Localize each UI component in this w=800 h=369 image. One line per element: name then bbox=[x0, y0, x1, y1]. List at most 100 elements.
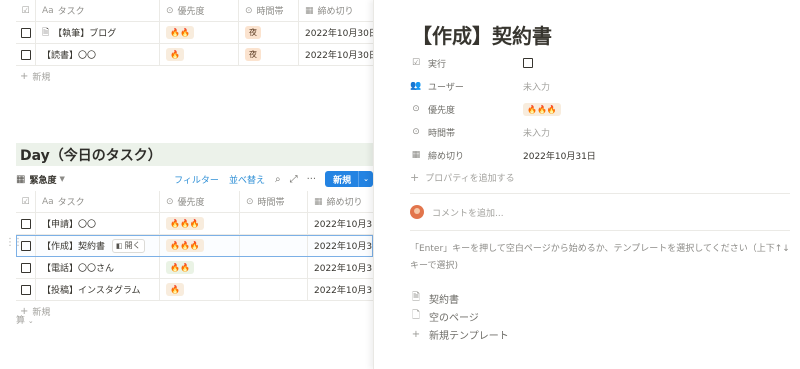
comment-placeholder: コメントを追加... bbox=[432, 208, 504, 219]
day-view-title-text: Day（今日のタスク） bbox=[20, 147, 162, 164]
time-cell[interactable] bbox=[240, 235, 308, 256]
add-property-button[interactable]: + プロパティを追加する bbox=[410, 171, 515, 184]
due-cell[interactable]: 2022年10月30日 bbox=[299, 44, 373, 65]
task-cell[interactable]: 【電話】〇〇さん bbox=[36, 257, 160, 278]
due-cell[interactable]: 2022年10月31日 bbox=[308, 213, 373, 234]
template-empty-page[interactable]: 🗋 空のページ bbox=[410, 308, 479, 325]
time-column-header[interactable]: ⊙ 時間帯 bbox=[240, 191, 308, 212]
open-page-button[interactable]: ◧ 開く bbox=[112, 238, 145, 253]
task-column-label: タスク bbox=[57, 7, 85, 17]
table-row[interactable]: 【申請】〇〇 🔥🔥🔥 2022年10月31日 bbox=[16, 213, 373, 235]
task-cell[interactable]: 🗎 【執筆】ブログ bbox=[36, 22, 160, 43]
time-tag: 夜 bbox=[245, 26, 261, 39]
time-cell[interactable]: 夜 bbox=[239, 22, 299, 43]
due-column-header[interactable]: ▦ 締め切り bbox=[299, 0, 373, 21]
priority-column-header[interactable]: ⊙ 優先度 bbox=[160, 191, 240, 212]
priority-tag: 🔥🔥 bbox=[166, 26, 194, 39]
new-row-button[interactable]: + 新規 bbox=[16, 66, 373, 86]
task-cell[interactable]: 【読書】〇〇 bbox=[36, 44, 160, 65]
divider bbox=[410, 230, 790, 231]
property-execute[interactable]: ☑ 実行 bbox=[410, 54, 790, 72]
chevron-down-icon[interactable]: ⌄ bbox=[358, 171, 373, 187]
checkbox-icon: ☑ bbox=[21, 5, 30, 16]
time-column-label: 時間帯 bbox=[256, 7, 284, 17]
property-time[interactable]: ⊙ 時間帯 未入力 bbox=[410, 123, 790, 141]
time-cell[interactable]: 夜 bbox=[239, 44, 299, 65]
time-cell[interactable] bbox=[240, 213, 308, 234]
checkbox-column-header[interactable]: ☑ bbox=[16, 0, 36, 21]
task-table-day: ☑ Aa タスク ⊙ 優先度 ⊙ 時間帯 ▦ 締め切り 【申請】〇〇 🔥🔥🔥 2022年… bbox=[16, 191, 373, 321]
property-priority[interactable]: ⊙ 優先度 🔥🔥🔥 bbox=[410, 100, 790, 118]
drag-handle-icon[interactable]: ⋮⋮ bbox=[5, 237, 23, 248]
due-cell[interactable]: 2022年10月31日 bbox=[308, 257, 373, 278]
row-checkbox[interactable] bbox=[16, 213, 36, 234]
checkbox[interactable] bbox=[20, 284, 31, 295]
search-icon[interactable]: ⌕ bbox=[275, 174, 281, 185]
calculate-button[interactable]: 算 ⌄ bbox=[16, 313, 34, 326]
property-name: 優先度 bbox=[428, 105, 456, 116]
priority-cell[interactable]: 🔥🔥🔥 bbox=[160, 213, 240, 234]
property-due[interactable]: ▦ 締め切り 2022年10月31日 bbox=[410, 146, 790, 164]
checkbox[interactable] bbox=[20, 218, 31, 229]
property-name: 時間帯 bbox=[428, 128, 456, 139]
template-contract[interactable]: 🗎 契約書 bbox=[410, 290, 459, 307]
comment-input[interactable]: コメントを追加... bbox=[410, 205, 504, 219]
due-cell[interactable]: 2022年10月30日 bbox=[299, 22, 373, 43]
row-checkbox[interactable] bbox=[16, 22, 36, 43]
priority-cell[interactable]: 🔥🔥🔥 bbox=[160, 235, 240, 256]
priority-tag: 🔥 bbox=[166, 283, 184, 296]
task-column-header[interactable]: Aa タスク bbox=[36, 0, 160, 21]
row-checkbox[interactable] bbox=[16, 257, 36, 278]
filter-button[interactable]: フィルター bbox=[174, 173, 219, 186]
due-value: 2022年10月30日 bbox=[305, 29, 373, 39]
checkbox[interactable] bbox=[20, 262, 31, 273]
task-column-header[interactable]: Aa タスク bbox=[36, 191, 160, 212]
priority-cell[interactable]: 🔥🔥 bbox=[160, 257, 240, 278]
table-row[interactable]: 【投稿】インスタグラム 🔥 2022年10月31日 bbox=[16, 279, 373, 301]
table-row[interactable]: 🗎 【執筆】ブログ 🔥🔥 夜 2022年10月30日 bbox=[16, 22, 373, 44]
time-cell[interactable] bbox=[240, 257, 308, 278]
priority-cell[interactable]: 🔥 bbox=[160, 44, 239, 65]
property-user[interactable]: 👥 ユーザー 未入力 bbox=[410, 77, 790, 95]
due-column-header[interactable]: ▦ 締め切り bbox=[308, 191, 373, 212]
priority-tag: 🔥🔥🔥 bbox=[166, 217, 204, 230]
new-row-button[interactable]: + 新規 bbox=[16, 301, 373, 321]
row-checkbox[interactable] bbox=[16, 279, 36, 300]
time-cell[interactable] bbox=[240, 279, 308, 300]
execute-checkbox[interactable] bbox=[523, 58, 533, 68]
checkbox-column-header[interactable]: ☑ bbox=[16, 191, 36, 212]
task-cell[interactable]: 【作成】契約書 ◧ 開く bbox=[36, 235, 160, 256]
checkbox[interactable] bbox=[20, 49, 31, 60]
sort-button[interactable]: 並べ替え bbox=[229, 173, 265, 186]
priority-column-header[interactable]: ⊙ 優先度 bbox=[160, 0, 239, 21]
view-tab-urgency[interactable]: ▦ 緊急度 ▼ bbox=[16, 173, 65, 186]
table-row[interactable]: 【読書】〇〇 🔥 夜 2022年10月30日 bbox=[16, 44, 373, 66]
expand-icon[interactable]: ⤢ bbox=[290, 174, 298, 185]
due-cell[interactable]: 2022年10月31日 bbox=[308, 235, 373, 256]
checkbox[interactable] bbox=[20, 240, 31, 251]
page-title[interactable]: 【作成】契約書 bbox=[412, 20, 552, 49]
table-row-selected[interactable]: 【作成】契約書 ◧開く 🔥🔥🔥 2022年10月31日 bbox=[16, 235, 373, 257]
property-value: 未入力 bbox=[523, 82, 551, 93]
due-cell[interactable]: 2022年10月31日 bbox=[308, 279, 373, 300]
table-row[interactable]: 【電話】〇〇さん 🔥🔥 2022年10月31日 bbox=[16, 257, 373, 279]
checkbox[interactable] bbox=[20, 27, 31, 38]
chevron-down-icon: ▼ bbox=[59, 175, 65, 183]
table-header-row: ☑ Aa タスク ⊙ 優先度 ⊙ 時間帯 ▦ 締め切り bbox=[16, 0, 373, 22]
chevron-down-icon: ⌄ bbox=[27, 317, 34, 325]
new-button[interactable]: 新規 ⌄ bbox=[325, 171, 373, 187]
new-template-button[interactable]: + 新規テンプレート bbox=[410, 327, 509, 342]
task-cell[interactable]: 【投稿】インスタグラム bbox=[36, 279, 160, 300]
new-row-label: 新規 bbox=[32, 72, 51, 83]
priority-cell[interactable]: 🔥🔥 bbox=[160, 22, 239, 43]
database-area: ☑ Aa タスク ⊙ 優先度 ⊙ 時間帯 ▦ 締め切り 🗎 【執筆】ブログ 🔥🔥 夜 20… bbox=[0, 0, 373, 369]
due-value: 2022年10月30日 bbox=[305, 51, 373, 61]
task-cell[interactable]: 【申請】〇〇 bbox=[36, 213, 160, 234]
time-column-header[interactable]: ⊙ 時間帯 bbox=[239, 0, 299, 21]
priority-tag: 🔥🔥 bbox=[166, 261, 194, 274]
priority-tag: 🔥🔥🔥 bbox=[166, 239, 204, 252]
row-checkbox[interactable] bbox=[16, 44, 36, 65]
priority-cell[interactable]: 🔥 bbox=[160, 279, 240, 300]
more-icon[interactable]: ··· bbox=[307, 174, 317, 185]
due-value: 2022年10月31日 bbox=[314, 242, 373, 252]
